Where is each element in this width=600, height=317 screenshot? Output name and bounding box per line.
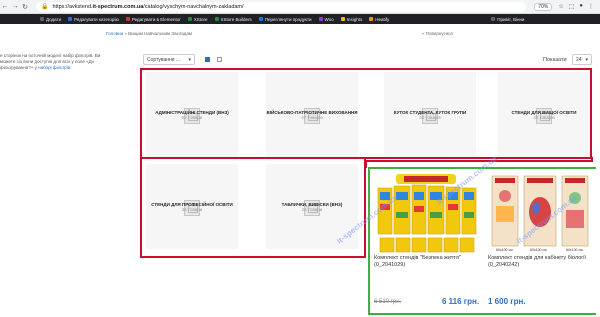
- grid-view-icon[interactable]: [205, 57, 210, 62]
- reload-icon[interactable]: ↻: [20, 3, 30, 11]
- per-page-select[interactable]: 24 ▾: [572, 54, 592, 65]
- admin-bar-item[interactable]: XStore Builders: [214, 16, 252, 22]
- category-count: 40 товарів: [533, 114, 555, 120]
- admin-bar-icon: [491, 17, 496, 22]
- old-price: 6 510 грн.: [374, 299, 402, 305]
- admin-bar-icon: [40, 17, 44, 22]
- breadcrumb-current: Вищим Навчальним Закладам: [128, 31, 192, 36]
- breadcrumb-home[interactable]: Головна: [106, 31, 123, 36]
- list-view-icon[interactable]: [217, 57, 222, 62]
- admin-bar-icon: [125, 17, 130, 22]
- admin-bar-item[interactable]: Переглянути продукти: [258, 16, 312, 22]
- product-name[interactable]: Комплект стендів для кабінету біології (…: [488, 255, 592, 269]
- admin-bar-item[interactable]: Редагувати в Elementor: [125, 16, 181, 22]
- breadcrumb-sep: »: [124, 31, 127, 36]
- admin-bar-label: Переглянути продукти: [264, 16, 312, 22]
- category-count: 53 товари: [181, 114, 203, 120]
- star-icon[interactable]: ☆: [558, 3, 563, 10]
- chevron-down-icon: ▾: [585, 57, 588, 63]
- price: 1 600 грн.: [488, 297, 526, 306]
- chevron-down-icon: ▾: [188, 57, 191, 63]
- price: 6 116 грн.: [442, 297, 480, 306]
- product-card[interactable]: 60x100 см 60x100 см 60x100 см Комплект с…: [484, 169, 596, 313]
- admin-bar-label: Привіт, Вінни: [497, 16, 525, 22]
- zoom-indicator[interactable]: 70%: [534, 2, 553, 11]
- size-label: 60x100 см: [566, 248, 583, 252]
- admin-bar-icon: [318, 17, 323, 22]
- size-label: 60x100 см: [496, 248, 513, 252]
- admin-bar-item[interactable]: Редагувати категорію: [68, 17, 119, 22]
- address-bar[interactable]: 🔒 https://avkstend. it-spectrum.com.ua/ca…: [36, 1, 527, 12]
- size-label: 60x100 см: [530, 248, 547, 252]
- admin-bar-label: Woo: [324, 16, 334, 22]
- per-page-label: Показати: [543, 57, 567, 63]
- back-arrow-icon[interactable]: ←: [0, 3, 10, 10]
- admin-bar-icon: [369, 17, 374, 22]
- admin-bar-label: XStore Builders: [220, 16, 252, 22]
- category-count: 24 товари: [301, 206, 323, 212]
- back-link[interactable]: « Повернутися: [422, 31, 453, 36]
- admin-bar-icon: [340, 17, 345, 22]
- admin-bar-icon: [68, 17, 73, 22]
- admin-bar-label: Heatify: [375, 16, 390, 22]
- admin-bar: Додати Редагувати категорію Редагувати в E…: [0, 14, 600, 24]
- admin-bar-item[interactable]: XStore: [187, 16, 208, 22]
- category-count: 34 товари: [181, 206, 203, 212]
- breadcrumb: Головна » Вищим Навчальним Закладам: [106, 31, 192, 36]
- product-name[interactable]: Комплект стендів "Безпека життя" (0_2041…: [374, 255, 478, 269]
- extensions-icon[interactable]: ⬚: [569, 3, 575, 10]
- filter-notice-link[interactable]: наборі фільтрів.: [38, 65, 71, 70]
- url-domain: it-spectrum.com.ua: [92, 3, 144, 10]
- admin-bar-item[interactable]: Heatify: [369, 17, 389, 22]
- admin-bar-label: Редагувати в Elementor: [131, 16, 181, 22]
- menu-icon[interactable]: ⋮: [588, 3, 594, 10]
- sort-label: Сортування ...: [147, 57, 181, 63]
- category-count: 40 товарів: [419, 114, 441, 120]
- admin-bar-label: XStore: [193, 16, 208, 22]
- forward-arrow-icon[interactable]: →: [10, 3, 20, 10]
- url-prefix: https://avkstend.: [52, 3, 93, 10]
- category-count: 47 товарів: [301, 114, 323, 120]
- product-card[interactable]: Комплект стендів "Безпека життя" (0_2041…: [370, 169, 482, 313]
- admin-bar-label: Insights: [346, 16, 363, 22]
- red-highlight-frame: [140, 159, 366, 258]
- product-image[interactable]: 60x100 см 60x100 см 60x100 см: [488, 172, 592, 254]
- per-page-value: 24: [576, 57, 582, 63]
- admin-bar-icon: [258, 17, 263, 22]
- profile-icon[interactable]: ●: [579, 3, 583, 10]
- sort-select[interactable]: Сортування ... ▾: [143, 54, 195, 65]
- admin-bar-icon: [187, 17, 192, 22]
- admin-bar-icon: [214, 17, 219, 22]
- admin-bar-item[interactable]: Insights: [340, 16, 363, 22]
- admin-bar-item[interactable]: Woo: [318, 16, 334, 22]
- admin-bar-label: Редагувати категорію: [74, 16, 119, 22]
- admin-bar-item[interactable]: Додати: [40, 17, 61, 22]
- url-path: /catalog/vyschym-navchalnym-zakladam/: [143, 3, 244, 10]
- browser-toolbar: ← → ↻ 🔒 https://avkstend. it-spectrum.com…: [0, 0, 600, 14]
- admin-bar-item[interactable]: Привіт, Вінни: [491, 17, 524, 22]
- admin-bar-label: Додати: [46, 16, 62, 22]
- filter-notice: е сторінок на поточній моделі набір філь…: [0, 53, 110, 71]
- lock-icon: 🔒: [41, 4, 49, 10]
